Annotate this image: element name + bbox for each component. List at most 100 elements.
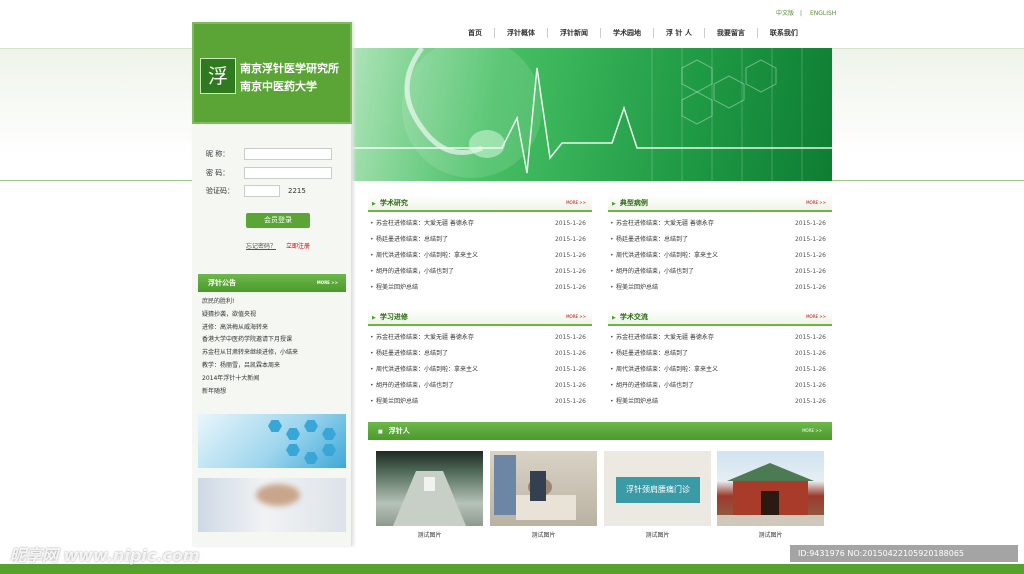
side-ad-medical-icons[interactable] [198, 414, 346, 468]
clinic-sign-board: 浮针颈肩腰痛门诊 [616, 477, 700, 503]
list-item[interactable]: 周代洪进修结束：小结到啦：拿来主义 2015-1-26 [608, 248, 832, 264]
box-header: 典型病例 MORE >> [608, 194, 832, 212]
list-item[interactable]: 周代洪进修结束：小结到啦：拿来主义 2015-1-26 [368, 362, 592, 378]
more-link[interactable]: MORE >> [806, 314, 826, 319]
list-item[interactable]: 周代洪进修结束：小结到啦：拿来主义 2015-1-26 [608, 362, 832, 378]
notice-item[interactable]: 香港大学中医药学院邀请下月授课 [202, 334, 298, 347]
item-title: 周代洪进修结束：小结到啦：拿来主义 [616, 252, 719, 259]
notice-more-link[interactable]: MORE >> [317, 274, 338, 292]
item-title: 周代洪进修结束：小结到啦：拿来主义 [616, 366, 719, 373]
box-title: 学术交流 [612, 312, 648, 322]
left-sidebar: 浮 南京浮针医学研究所 南京中医药大学 昵 称： 密 码： 验证码： 2215 … [192, 22, 352, 546]
captcha-input[interactable] [244, 185, 280, 197]
hex-icon [286, 444, 300, 456]
login-button[interactable]: 会员登录 [246, 213, 310, 228]
item-title: 周代洪进修结束：小结到啦：拿来主义 [376, 252, 479, 259]
captcha-code[interactable]: 2215 [288, 187, 306, 195]
photo-clinic-sign[interactable]: 浮针颈肩腰痛门诊 [604, 451, 711, 526]
box-academic-exchange: 学术交流 MORE >> 苏金柱进修结束：大爱无疆 善德永存2015-1-26 … [608, 308, 832, 410]
photo-building[interactable] [717, 451, 824, 526]
item-date: 2015-1-26 [554, 366, 586, 373]
nickname-row: 昵 称： [206, 148, 332, 160]
password-input[interactable] [244, 167, 332, 179]
watermark-id: ID:9431976 NO:20150422105920188065 [790, 545, 1018, 562]
list-item[interactable]: 苏金柱进修结束：大爱无疆 善德永存 2015-1-26 [368, 330, 592, 346]
list-item[interactable]: 程美兰回炉总结 2015-1-26 [368, 280, 592, 296]
watermark-logo: 昵享网 www.nipic.com [10, 546, 200, 565]
more-link[interactable]: MORE >> [806, 200, 826, 205]
notice-item[interactable]: 新年随想 [202, 386, 298, 399]
item-date: 2015-1-26 [794, 284, 826, 291]
hex-icon [322, 428, 336, 440]
nav-academic[interactable]: 学术园地 [600, 28, 653, 38]
notice-item[interactable]: 2014年浮针十大新闻 [202, 373, 298, 386]
item-title: 苏金柱进修结束：大爱无疆 善德永存 [376, 220, 474, 227]
list-item[interactable]: 胡丹的进修结束，小结也到了 2015-1-26 [608, 378, 832, 394]
notice-header: 浮针公告 MORE >> [198, 274, 346, 292]
list-item[interactable]: 胡丹的进修结束，小结也到了 2015-1-26 [368, 264, 592, 280]
item-title: 程美兰回炉总结 [616, 284, 659, 291]
item-date: 2015-1-26 [794, 350, 826, 357]
account-links: 忘记密码？ 立即注册 [246, 241, 310, 250]
side-ad-lab-photo[interactable] [198, 478, 346, 532]
box-academic-research: 学术研究 MORE >> 苏金柱进修结束：大爱无疆 善德永存2015-1-26 … [368, 194, 592, 296]
nav-people[interactable]: 浮 针 人 [653, 28, 704, 38]
list-item[interactable]: 杨廷墨进修结束：总结到了 2015-1-26 [368, 232, 592, 248]
box-study-training: 学习进修 MORE >> 苏金柱进修结束：大爱无疆 善德永存2015-1-26 … [368, 308, 592, 410]
item-date: 2015-1-26 [794, 236, 826, 243]
logo-emblem-icon: 浮 [200, 58, 236, 94]
list-item[interactable]: 苏金柱进修结束：大爱无疆 善德永存 2015-1-26 [608, 216, 832, 232]
hero-banner [352, 48, 832, 181]
item-date: 2015-1-26 [554, 236, 586, 243]
site-logo[interactable]: 浮 南京浮针医学研究所 南京中医药大学 [192, 22, 352, 124]
people-more-link[interactable]: MORE >> [802, 428, 822, 433]
item-title: 胡丹的进修结束，小结也到了 [376, 382, 455, 389]
item-title: 杨廷墨进修结束：总结到了 [376, 236, 449, 243]
lang-en-link[interactable]: ENGLISH [810, 10, 836, 17]
nav-news[interactable]: 浮针新闻 [547, 28, 600, 38]
box-title: 学习进修 [372, 312, 408, 322]
list-item[interactable]: 杨廷墨进修结束：总结到了 2015-1-26 [368, 346, 592, 362]
photo-corridor[interactable] [376, 451, 483, 526]
register-link[interactable]: 立即注册 [286, 243, 310, 250]
ecg-illustration [352, 48, 832, 181]
list-item[interactable]: 杨廷墨进修结束：总结到了 2015-1-26 [608, 346, 832, 362]
forgot-password-link[interactable]: 忘记密码？ [246, 243, 276, 250]
notice-item[interactable]: 庶民的胜利! [202, 296, 298, 309]
box-header: 学术研究 MORE >> [368, 194, 592, 212]
list-item[interactable]: 苏金柱进修结束：大爱无疆 善德永存 2015-1-26 [608, 330, 832, 346]
nav-home[interactable]: 首页 [456, 28, 494, 38]
item-date: 2015-1-26 [794, 334, 826, 341]
item-date: 2015-1-26 [794, 398, 826, 405]
more-link[interactable]: MORE >> [566, 200, 586, 205]
list-item[interactable]: 胡丹的进修结束，小结也到了 2015-1-26 [608, 264, 832, 280]
building-image [717, 463, 824, 526]
more-link[interactable]: MORE >> [566, 314, 586, 319]
list-item[interactable]: 程美兰回炉总结 2015-1-26 [608, 280, 832, 296]
photo-caption: 测试图片 [417, 532, 442, 539]
nav-contact[interactable]: 联系我们 [756, 28, 810, 38]
list-item[interactable]: 胡丹的进修结束，小结也到了 2015-1-26 [368, 378, 592, 394]
item-title: 程美兰回炉总结 [376, 398, 419, 405]
item-title: 胡丹的进修结束，小结也到了 [616, 268, 695, 275]
lang-zh-link[interactable]: 中文版 [776, 10, 794, 17]
notice-item[interactable]: 苏金柱从甘肃转来继续进修，小结来 [202, 347, 298, 360]
list-item[interactable]: 苏金柱进修结束：大爱无疆 善德永存 2015-1-26 [368, 216, 592, 232]
list-item[interactable]: 程美兰回炉总结 2015-1-26 [608, 394, 832, 410]
notice-item[interactable]: 进修：高洪梅从威海转来 [202, 322, 298, 335]
photo-treatment[interactable] [490, 451, 597, 526]
notice-item[interactable]: 教学：杨丽雪，吕凯霖本周来 [202, 360, 298, 373]
nickname-input[interactable] [244, 148, 332, 160]
item-date: 2015-1-26 [554, 252, 586, 259]
photo-caption: 测试图片 [645, 532, 670, 539]
list-item[interactable]: 周代洪进修结束：小结到啦：拿来主义 2015-1-26 [368, 248, 592, 264]
logo-title-line2: 南京中医药大学 [240, 80, 317, 93]
list-item[interactable]: 杨廷墨进修结束：总结到了 2015-1-26 [608, 232, 832, 248]
captcha-row: 验证码： 2215 [206, 185, 306, 197]
notice-item[interactable]: 疑猜抄袭，欲值央视 [202, 309, 298, 322]
list-item[interactable]: 程美兰回炉总结 2015-1-26 [368, 394, 592, 410]
nav-message[interactable]: 我要留言 [703, 28, 757, 38]
nav-overview[interactable]: 浮针概体 [494, 28, 547, 38]
item-date: 2015-1-26 [554, 284, 586, 291]
password-row: 密 码： [206, 167, 332, 179]
